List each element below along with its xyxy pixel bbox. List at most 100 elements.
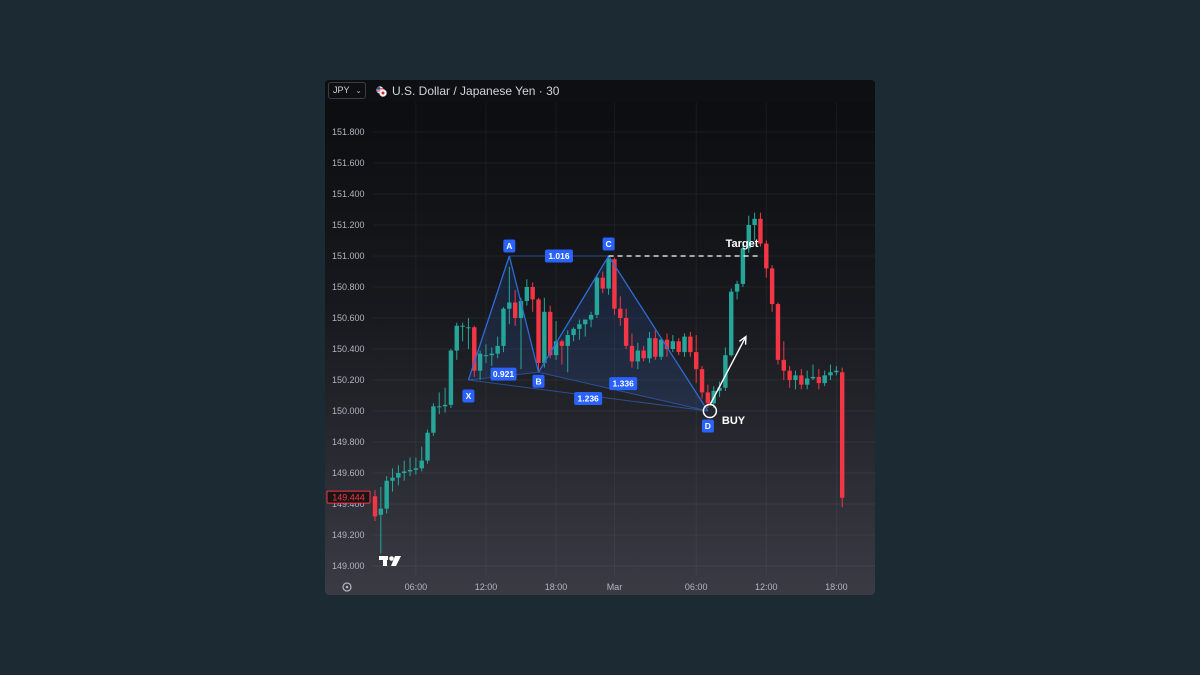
candle[interactable]	[793, 370, 798, 390]
candle-body	[390, 477, 395, 481]
candle-body	[629, 345, 635, 362]
candle-body	[448, 350, 454, 405]
candle-body	[507, 302, 512, 309]
candle[interactable]	[758, 212, 763, 247]
logo-stem	[383, 556, 387, 566]
candle-body	[705, 392, 711, 404]
candle-body	[635, 350, 640, 362]
candle[interactable]	[723, 347, 728, 391]
point-label-c: C	[602, 237, 615, 251]
candle[interactable]	[396, 465, 401, 486]
candle-body	[618, 308, 623, 318]
candle[interactable]	[454, 322, 459, 360]
candle[interactable]	[834, 366, 839, 376]
candle[interactable]	[372, 490, 378, 522]
candle[interactable]	[472, 325, 477, 377]
candle-body	[588, 314, 594, 320]
candle-body	[542, 311, 547, 363]
candle[interactable]	[524, 279, 530, 306]
candle[interactable]	[448, 349, 454, 408]
candle[interactable]	[816, 369, 822, 390]
chart-title: U.S. Dollar / Japanese Yen · 30	[392, 84, 560, 98]
candle[interactable]	[752, 212, 757, 241]
candle[interactable]	[682, 333, 687, 357]
candle-body	[384, 480, 389, 509]
candle[interactable]	[425, 429, 430, 464]
point-label-b: B	[532, 374, 545, 388]
point-label-d-text: D	[705, 421, 711, 431]
candle[interactable]	[734, 280, 740, 300]
candle[interactable]	[536, 297, 541, 373]
chart-canvas[interactable]: X A B C D 0.921 1.016 1.236 1.336 Target BUY 151.80…	[325, 80, 875, 595]
candle[interactable]	[699, 366, 705, 399]
candle-body	[670, 341, 676, 349]
candle[interactable]	[460, 322, 465, 342]
candle-body	[804, 378, 810, 385]
symbol-select-label: JPY	[333, 85, 350, 95]
candle[interactable]	[810, 364, 816, 381]
candle[interactable]	[729, 288, 734, 357]
y-tick-label: 150.600	[332, 313, 365, 323]
candle-body	[407, 469, 413, 472]
ratio-label-xb-text: 0.921	[493, 369, 515, 379]
candle-body	[699, 369, 705, 393]
candle[interactable]	[384, 476, 389, 514]
point-label-x: X	[462, 389, 475, 403]
candle[interactable]	[676, 338, 681, 356]
x-tick-label: 18:00	[545, 582, 568, 592]
candle[interactable]	[694, 335, 699, 384]
candle[interactable]	[775, 302, 781, 365]
candle[interactable]	[594, 274, 600, 318]
tradingview-logo-icon	[379, 556, 401, 566]
candle-body	[431, 406, 436, 433]
candle[interactable]	[402, 460, 407, 481]
y-tick-label: 151.400	[332, 189, 365, 199]
point-label-a: A	[503, 239, 516, 253]
candle-body	[647, 338, 652, 359]
candle[interactable]	[799, 369, 804, 390]
chart-header: JPY ⌄ U.S. Dollar / Japanese Yen · 30	[325, 80, 875, 102]
candle-body	[372, 496, 378, 517]
candle-body	[460, 325, 465, 327]
candle-body	[623, 318, 629, 346]
candle-body	[512, 302, 518, 318]
candle[interactable]	[840, 367, 845, 508]
candle[interactable]	[419, 446, 424, 472]
candle[interactable]	[670, 335, 676, 353]
chevron-down-icon: ⌄	[355, 86, 362, 95]
candle-body	[758, 218, 763, 244]
candle[interactable]	[787, 366, 792, 388]
candle[interactable]	[688, 331, 693, 357]
x-tick-label: Mar	[607, 582, 623, 592]
candle[interactable]	[442, 387, 448, 413]
candle-body	[477, 353, 483, 371]
candle-body	[600, 277, 605, 289]
candle-body	[816, 376, 822, 384]
x-tick-label: 18:00	[825, 582, 848, 592]
candle[interactable]	[764, 240, 769, 278]
candle-body	[396, 473, 401, 478]
candle[interactable]	[740, 245, 746, 287]
settings-icon-dot	[345, 585, 349, 589]
candle[interactable]	[542, 297, 547, 368]
candle-body	[594, 277, 600, 315]
candle-body	[694, 352, 699, 370]
candle-body	[769, 268, 775, 305]
candle[interactable]	[501, 307, 506, 353]
candle[interactable]	[413, 457, 419, 475]
candle[interactable]	[378, 486, 384, 554]
candle[interactable]	[822, 370, 827, 387]
candle[interactable]	[390, 468, 395, 492]
candle[interactable]	[466, 318, 471, 349]
candle[interactable]	[431, 403, 436, 436]
settings-icon[interactable]	[342, 582, 352, 592]
candle[interactable]	[781, 341, 786, 380]
candle[interactable]	[804, 370, 810, 390]
symbol-select[interactable]: JPY ⌄	[328, 82, 366, 99]
candle[interactable]	[828, 364, 833, 381]
candle[interactable]	[769, 265, 775, 312]
ratio-label-xd: 1.236	[574, 392, 603, 405]
last-price-tag: 149.444	[326, 490, 371, 504]
candle-body	[489, 353, 494, 356]
candle-body	[501, 308, 506, 346]
